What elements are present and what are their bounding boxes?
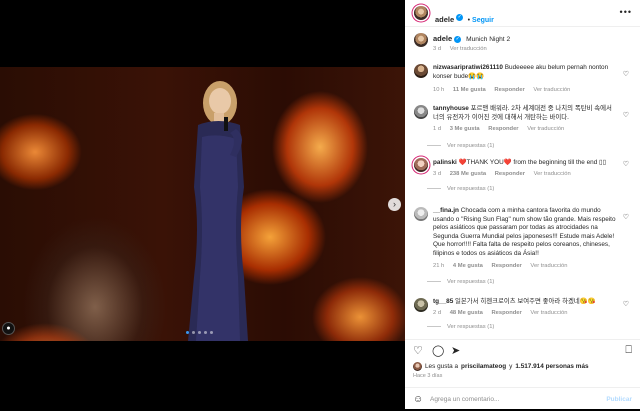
comment-age: 1 d: [433, 126, 442, 132]
comment-like-icon[interactable]: ♡: [623, 300, 629, 308]
likes-prefix: Les gusta a: [425, 363, 459, 370]
comment-meta: 21 h 4 Me gusta Responder Ver traducción: [433, 263, 574, 269]
translate-link[interactable]: Ver traducción: [533, 87, 570, 93]
carousel-dots: [186, 331, 213, 334]
comment-likes[interactable]: 3 Me gusta: [450, 126, 480, 132]
comment-body: palinski ❤️THANK YOU❤️ from the beginnin…: [433, 159, 619, 168]
comment-likes[interactable]: 4 Me gusta: [453, 263, 483, 269]
likes-summary: Les gusta a priscilamateog y 1.517.914 p…: [413, 362, 589, 371]
comment-body: tannyhouse 포르맨 배워라. 2차 세계대전 중 나치의 폭탄비 속에…: [433, 105, 619, 122]
comment-item: palinski ❤️THANK YOU❤️ from the beginnin…: [413, 156, 635, 196]
comment-age: 3 d: [433, 171, 442, 177]
translate-link[interactable]: Ver traducción: [530, 263, 567, 269]
follow-button[interactable]: Seguir: [472, 17, 494, 24]
carousel-dot: [186, 331, 189, 334]
verified-badge-icon: ✓: [454, 35, 462, 43]
commenter-username[interactable]: __fina.jn: [433, 207, 459, 214]
caption-avatar[interactable]: [414, 33, 428, 47]
comment-age: 2 d: [433, 310, 442, 316]
translate-link[interactable]: Ver traducción: [527, 126, 564, 132]
comment-meta: 3 d 238 Me gusta Responder Ver traducció…: [433, 171, 578, 177]
comment-likes[interactable]: 11 Me gusta: [453, 87, 486, 93]
post-header: adele ✓ • Seguir •••: [405, 0, 640, 27]
verified-badge-icon: ✓: [456, 14, 464, 22]
comment-item: __fina.jn Chocada com a minha cantora fa…: [413, 205, 635, 290]
comment-like-icon[interactable]: ♡: [623, 160, 629, 168]
view-replies-link[interactable]: Ver respuestas (1): [447, 324, 494, 330]
commenter-username[interactable]: palinski: [433, 159, 457, 166]
reply-button[interactable]: Responder: [495, 171, 525, 177]
translate-link[interactable]: Ver traducción: [530, 310, 567, 316]
translate-link[interactable]: Ver traducción: [534, 171, 571, 177]
post-actions: ♡ ◯ ➤ ⎕ Les gusta a priscilamateog y 1.5…: [405, 339, 640, 410]
reply-button[interactable]: Responder: [492, 263, 522, 269]
emoji-icon[interactable]: ☺: [413, 394, 423, 405]
performer-figure: [188, 81, 248, 341]
like-post-icon[interactable]: ♡: [413, 344, 423, 357]
caption-text: Munich Night 2: [466, 36, 511, 43]
comment-icon[interactable]: ◯: [432, 344, 444, 357]
publish-button[interactable]: Publicar: [606, 396, 632, 403]
commenter-username[interactable]: tannyhouse: [433, 105, 469, 112]
liker-username[interactable]: priscilamateog: [461, 363, 506, 370]
carousel-next-button[interactable]: ›: [388, 198, 401, 211]
view-replies-link[interactable]: Ver respuestas (1): [447, 279, 494, 285]
commenter-username[interactable]: tg__85: [433, 298, 453, 305]
commenter-username[interactable]: nizwasaripratiwi261110: [433, 64, 503, 71]
post-time-ago: Hace 3 días: [413, 373, 443, 379]
commenter-avatar[interactable]: [414, 298, 428, 312]
author-username[interactable]: adele: [435, 15, 454, 24]
comment-likes[interactable]: 48 Me gusta: [450, 310, 483, 316]
media-pane: › ●: [0, 0, 405, 409]
carousel-dot: [198, 331, 201, 334]
comment-text: ❤️THANK YOU❤️ from the beginning till th…: [458, 159, 607, 166]
comment-meta: 1 d 3 Me gusta Responder Ver traducción: [433, 126, 571, 132]
reply-button[interactable]: Responder: [494, 87, 524, 93]
comment-like-icon[interactable]: ♡: [623, 111, 629, 119]
save-icon[interactable]: ⎕: [625, 344, 632, 357]
post-side-panel: adele ✓ • Seguir ••• adele ✓ Munich Night …: [405, 0, 640, 409]
reply-button[interactable]: Responder: [488, 126, 518, 132]
caption-age: 3 d: [433, 46, 442, 52]
comment-body: __fina.jn Chocada com a minha cantora fa…: [433, 207, 619, 259]
carousel-dot: [204, 331, 207, 334]
view-replies-link[interactable]: Ver respuestas (1): [447, 143, 494, 149]
likes-count[interactable]: 1.517.914 personas más: [515, 363, 588, 370]
post-photo[interactable]: [0, 67, 405, 341]
comment-meta: 2 d 48 Me gusta Responder Ver traducción: [433, 310, 574, 316]
commenter-avatar[interactable]: [414, 64, 428, 78]
commenter-avatar[interactable]: [414, 105, 428, 119]
comment-likes[interactable]: 238 Me gusta: [450, 171, 486, 177]
tagged-users-icon[interactable]: ●: [2, 322, 15, 335]
comment-body: tg__85 일본가서 히첸크로이츠 보여주면 좋아라 하겠네😘😘: [433, 298, 619, 307]
caption-meta: 3 d Ver traducción: [433, 46, 494, 52]
carousel-dot: [192, 331, 195, 334]
share-icon[interactable]: ➤: [451, 344, 460, 357]
comment-text: 일본가서 히첸크로이츠 보여주면 좋아라 하겠네😘😘: [455, 298, 596, 305]
commenter-avatar[interactable]: [414, 207, 428, 221]
author-avatar[interactable]: [414, 6, 428, 20]
caption-translate-link[interactable]: Ver traducción: [450, 46, 487, 52]
more-options-icon[interactable]: •••: [620, 7, 632, 17]
comment-age: 10 h: [433, 87, 445, 93]
reply-button[interactable]: Responder: [492, 310, 522, 316]
caption-username[interactable]: adele: [433, 34, 452, 43]
comment-text: Chocada com a minha cantora favorita do …: [433, 207, 616, 257]
comment-age: 21 h: [433, 263, 445, 269]
commenter-avatar[interactable]: [414, 158, 428, 172]
comment-like-icon[interactable]: ♡: [623, 213, 629, 221]
comment-item: tannyhouse 포르맨 배워라. 2차 세계대전 중 나치의 폭탄비 속에…: [413, 103, 635, 155]
liker-avatar[interactable]: [413, 362, 422, 371]
comment-body: nizwasaripratiwi261110 Budeeeee aku belu…: [433, 64, 619, 81]
view-replies-link[interactable]: Ver respuestas (1): [447, 186, 494, 192]
likes-middle: y: [509, 363, 513, 370]
add-comment-bar: ☺ Publicar: [405, 387, 640, 411]
comment-item: tg__85 일본가서 히첸크로이츠 보여주면 좋아라 하겠네😘😘 2 d 48…: [413, 296, 635, 336]
comment-input[interactable]: [430, 393, 600, 405]
carousel-dot: [210, 331, 213, 334]
comment-like-icon[interactable]: ♡: [623, 70, 629, 78]
comment-item: nizwasaripratiwi261110 Budeeeee aku belu…: [413, 62, 635, 98]
post-caption: adele ✓ Munich Night 2 3 d Ver traducción: [413, 31, 633, 59]
comment-meta: 10 h 11 Me gusta Responder Ver traducció…: [433, 87, 577, 93]
